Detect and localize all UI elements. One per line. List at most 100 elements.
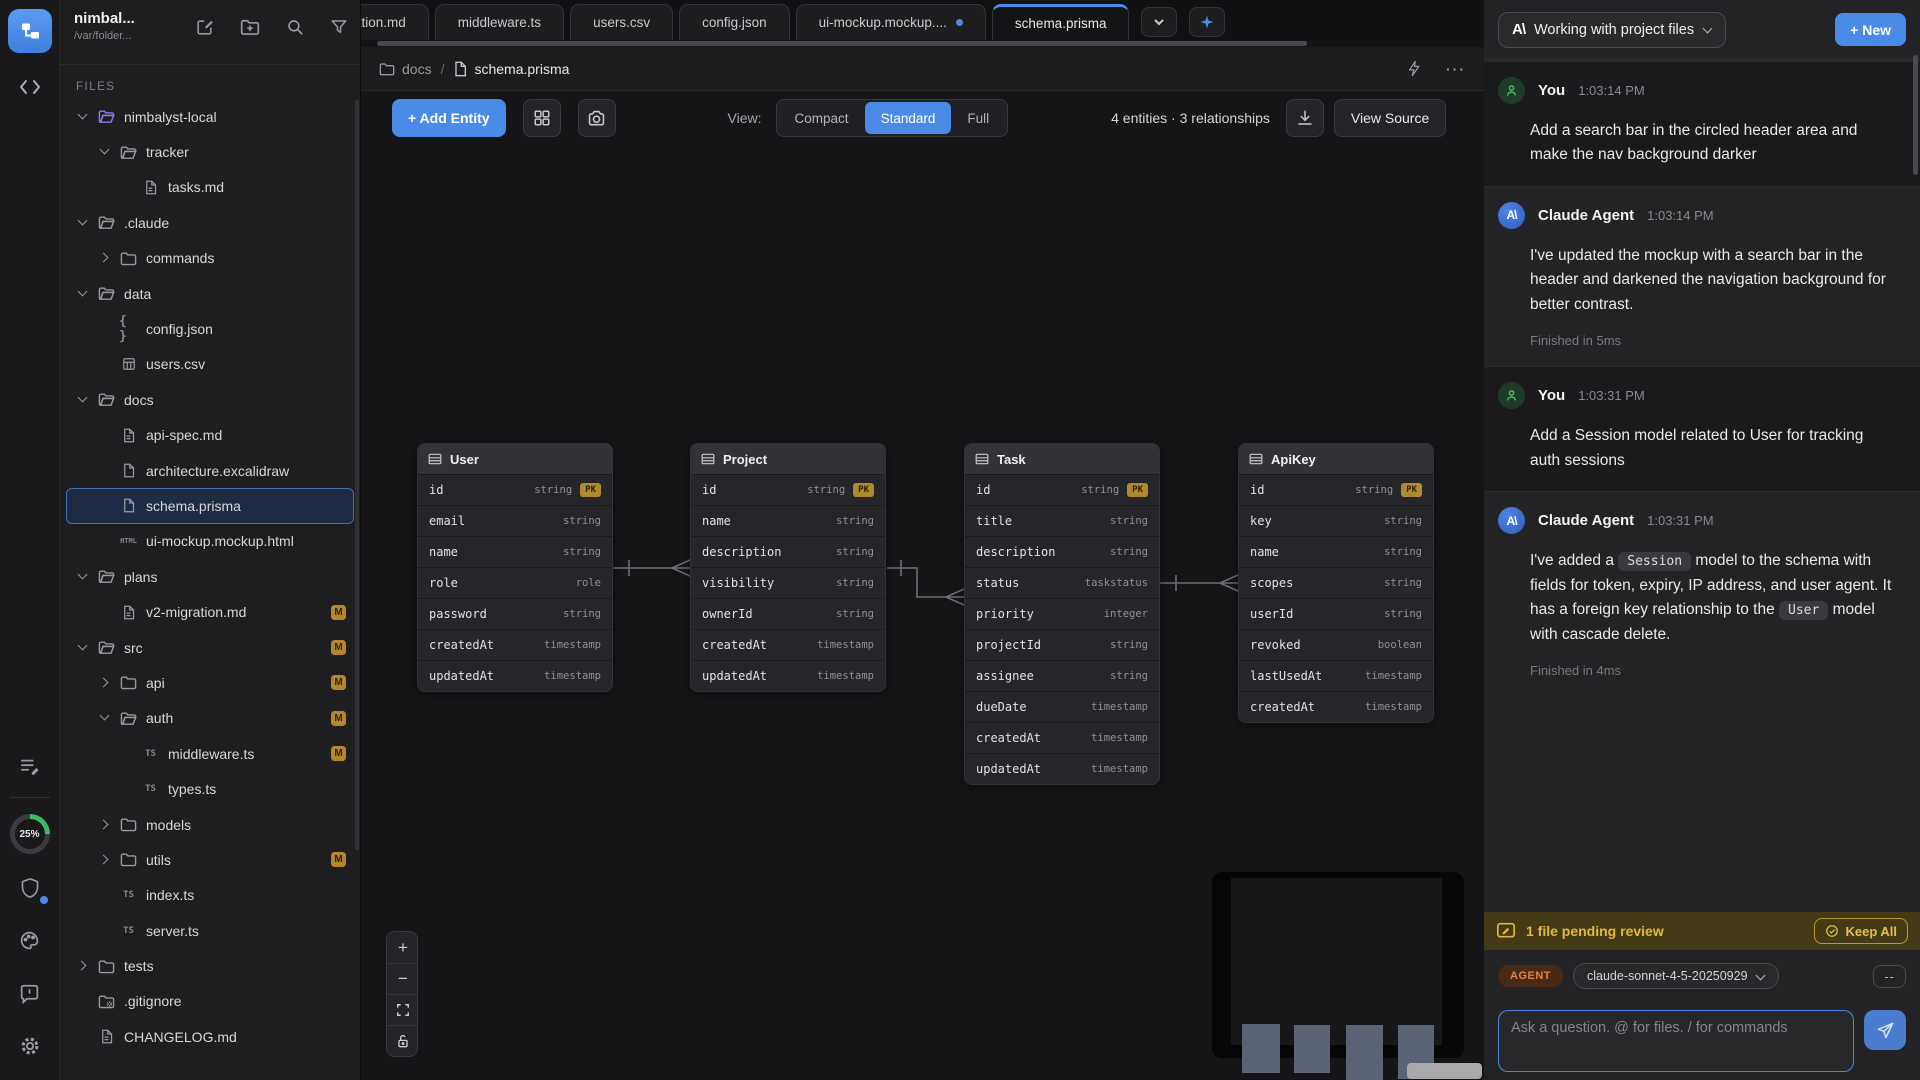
tree-item-tests[interactable]: tests — [66, 948, 354, 983]
chevron-right-icon[interactable] — [98, 818, 112, 832]
chevron-down-icon[interactable] — [98, 711, 112, 725]
add-entity-button[interactable]: + Add Entity — [392, 99, 506, 137]
tree-item-utils[interactable]: utilsM — [66, 842, 354, 877]
entity-field-createdAt[interactable]: createdAttimestamp — [965, 722, 1159, 753]
entity-field-dueDate[interactable]: dueDatetimestamp — [965, 691, 1159, 722]
entity-field-name[interactable]: namestring — [691, 505, 885, 536]
entity-field-scopes[interactable]: scopesstring — [1239, 567, 1433, 598]
theme-palette-button[interactable] — [0, 920, 60, 960]
tab-list-dropdown-button[interactable] — [1141, 7, 1177, 37]
tree-item-index-ts[interactable]: TSindex.ts — [66, 878, 354, 913]
new-file-button[interactable] — [195, 18, 214, 64]
entity-header[interactable]: Project — [691, 444, 885, 474]
tab-config-json[interactable]: config.json — [679, 4, 790, 40]
entity-field-updatedAt[interactable]: updatedAttimestamp — [965, 753, 1159, 784]
tab-ation-md[interactable]: ation.md — [361, 4, 429, 40]
entity-field-description[interactable]: descriptionstring — [691, 536, 885, 567]
tab-ui-mockup-mockup-[interactable]: ui-mockup.mockup.... — [796, 4, 986, 40]
entity-project[interactable]: ProjectidstringPKnamestringdescriptionst… — [690, 443, 886, 692]
tree-item-architecture-excalidraw[interactable]: architecture.excalidraw — [66, 453, 354, 488]
entity-field-visibility[interactable]: visibilitystring — [691, 567, 885, 598]
feedback-button[interactable] — [0, 974, 60, 1014]
tab-middleware-ts[interactable]: middleware.ts — [435, 4, 564, 40]
tree-item-nimbalyst-local[interactable]: nimbalyst-local — [66, 99, 354, 134]
tree-item-schema-prisma[interactable]: schema.prisma — [66, 488, 354, 523]
snapshot-button[interactable] — [578, 99, 616, 137]
tree-item-types-ts[interactable]: TStypes.ts — [66, 771, 354, 806]
entity-field-assignee[interactable]: assigneestring — [965, 660, 1159, 691]
chevron-down-icon[interactable] — [76, 216, 90, 230]
entity-field-lastUsedAt[interactable]: lastUsedAttimestamp — [1239, 660, 1433, 691]
tree-item-middleware-ts[interactable]: TSmiddleware.tsM — [66, 736, 354, 771]
security-shield-button[interactable] — [0, 868, 60, 908]
quick-actions-button[interactable] — [1407, 60, 1422, 77]
filter-button[interactable] — [330, 18, 348, 64]
entity-field-createdAt[interactable]: createdAttimestamp — [418, 629, 612, 660]
tree-item-src[interactable]: srcM — [66, 630, 354, 665]
zoom-out-button[interactable]: − — [387, 963, 418, 994]
entity-field-priority[interactable]: priorityinteger — [965, 598, 1159, 629]
tree-item-data[interactable]: data — [66, 276, 354, 311]
chevron-down-icon[interactable] — [98, 145, 112, 159]
tree-item-api-spec-md[interactable]: api-spec.md — [66, 418, 354, 453]
agent-more-button[interactable]: -- — [1873, 965, 1906, 988]
entity-field-userId[interactable]: userIdstring — [1239, 598, 1433, 629]
settings-button[interactable] — [0, 1026, 60, 1066]
tree-item--claude[interactable]: .claude — [66, 205, 354, 240]
tree-item-commands[interactable]: commands — [66, 241, 354, 276]
diagram-canvas[interactable]: + Add Entity View: CompactStandardFull 4… — [361, 91, 1484, 1080]
sidebar-scrollbar[interactable] — [355, 100, 359, 850]
tree-item-changelog-md[interactable]: CHANGELOG.md — [66, 1019, 354, 1054]
tree-item-tasks-md[interactable]: tasks.md — [66, 170, 354, 205]
keep-all-button[interactable]: Keep All — [1814, 918, 1908, 944]
entity-field-title[interactable]: titlestring — [965, 505, 1159, 536]
chevron-right-icon[interactable] — [98, 676, 112, 690]
chevron-down-icon[interactable] — [76, 110, 90, 124]
chevron-right-icon[interactable] — [98, 853, 112, 867]
tree-item-v2-migration-md[interactable]: v2-migration.mdM — [66, 594, 354, 629]
entity-field-email[interactable]: emailstring — [418, 505, 612, 536]
tree-item-docs[interactable]: docs — [66, 382, 354, 417]
entity-field-id[interactable]: idstringPK — [965, 474, 1159, 505]
canvas-scrollbar-thumb[interactable] — [1407, 1063, 1482, 1079]
entity-field-createdAt[interactable]: createdAttimestamp — [691, 629, 885, 660]
entity-header[interactable]: ApiKey — [1239, 444, 1433, 474]
chevron-down-icon[interactable] — [76, 287, 90, 301]
new-tab-sparkle-button[interactable] — [1189, 7, 1225, 37]
entity-apikey[interactable]: ApiKeyidstringPKkeystringnamestringscope… — [1238, 443, 1434, 723]
entity-header[interactable]: User — [418, 444, 612, 474]
new-chat-button[interactable]: + New — [1835, 13, 1906, 46]
tab-scrollbar-thumb[interactable] — [377, 41, 1307, 46]
entity-task[interactable]: TaskidstringPKtitlestringdescriptionstri… — [964, 443, 1160, 785]
tree-item-models[interactable]: models — [66, 807, 354, 842]
tree-item-config-json[interactable]: { }config.json — [66, 311, 354, 346]
usage-ring[interactable]: 25% — [10, 814, 50, 854]
entity-field-name[interactable]: namestring — [1239, 536, 1433, 567]
view-source-button[interactable]: View Source — [1334, 99, 1446, 137]
chevron-down-icon[interactable] — [76, 393, 90, 407]
chevron-down-icon[interactable] — [76, 570, 90, 584]
chat-input[interactable] — [1498, 1010, 1854, 1072]
entity-field-name[interactable]: namestring — [418, 536, 612, 567]
tree-item--gitignore[interactable]: .gitignore — [66, 984, 354, 1019]
session-selector[interactable]: A\ Working with project files — [1498, 12, 1726, 48]
view-mode-full[interactable]: Full — [951, 102, 1005, 134]
notes-edit-icon[interactable] — [0, 747, 60, 787]
chevron-right-icon[interactable] — [76, 959, 90, 973]
tree-item-auth[interactable]: authM — [66, 701, 354, 736]
entity-header[interactable]: Task — [965, 444, 1159, 474]
entity-field-id[interactable]: idstringPK — [1239, 474, 1433, 505]
breadcrumb-file[interactable]: schema.prisma — [453, 61, 569, 77]
app-logo[interactable] — [8, 9, 52, 53]
tree-item-server-ts[interactable]: TSserver.ts — [66, 913, 354, 948]
layout-grid-button[interactable] — [523, 99, 561, 137]
entity-field-ownerId[interactable]: ownerIdstring — [691, 598, 885, 629]
breadcrumb-folder[interactable]: docs — [379, 61, 432, 77]
tab-users-csv[interactable]: users.csv — [570, 4, 673, 40]
entity-field-status[interactable]: statustaskstatus — [965, 567, 1159, 598]
view-mode-standard[interactable]: Standard — [865, 102, 952, 134]
tab-scrollbar[interactable] — [361, 40, 1484, 47]
tree-item-users-csv[interactable]: users.csv — [66, 347, 354, 382]
entity-field-description[interactable]: descriptionstring — [965, 536, 1159, 567]
chevron-right-icon[interactable] — [98, 251, 112, 265]
